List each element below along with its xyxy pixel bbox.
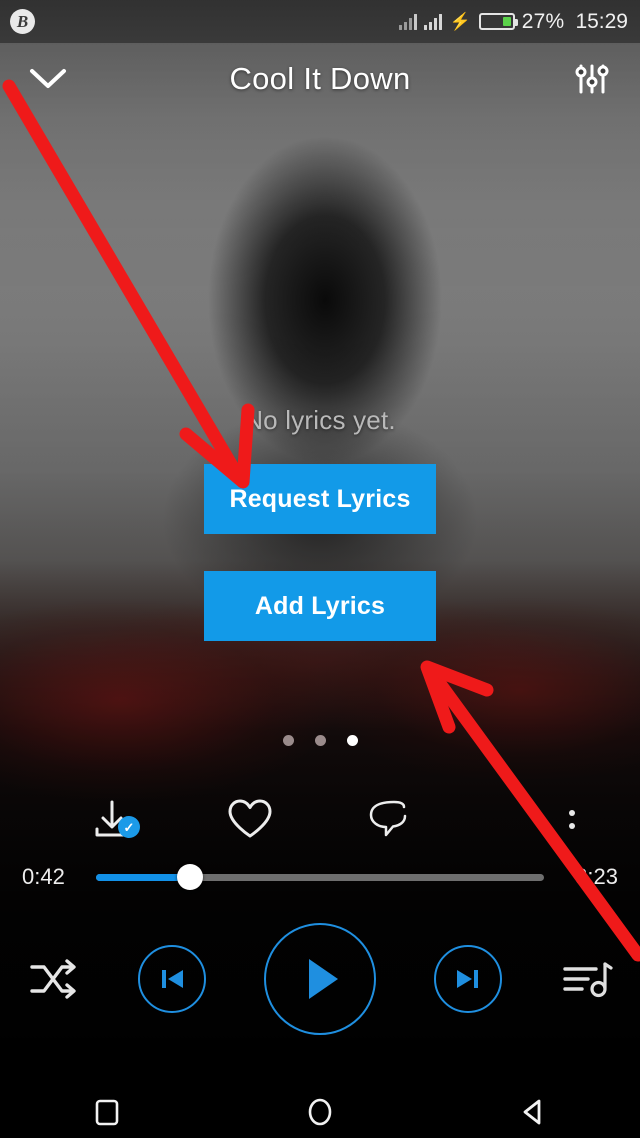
status-bar: B ⚡ 27% 15:29 (0, 0, 640, 43)
battery-icon (478, 13, 518, 30)
seek-thumb[interactable] (177, 864, 204, 890)
overflow-menu-icon[interactable] (542, 809, 602, 829)
signal-bars-icon (423, 13, 442, 30)
heart-outline-icon[interactable] (200, 797, 300, 841)
home-circle-icon[interactable] (274, 1085, 366, 1138)
play-icon[interactable] (264, 923, 376, 1035)
no-lyrics-message: No lyrics yet. (244, 405, 396, 435)
status-bar-left: B (10, 9, 35, 34)
request-lyrics-button[interactable]: Request Lyrics (204, 464, 436, 534)
clock-label: 15:29 (575, 9, 628, 33)
page-title: Cool It Down (229, 61, 411, 96)
add-lyrics-button[interactable]: Add Lyrics (204, 571, 436, 641)
comment-bubble-icon[interactable] (338, 797, 438, 841)
seek-progress (96, 873, 191, 881)
recents-square-icon[interactable] (61, 1085, 153, 1138)
equalizer-sliders-icon[interactable] (566, 53, 618, 105)
status-bar-right: ⚡ 27% 15:29 (398, 9, 628, 34)
page-dot[interactable] (282, 735, 294, 746)
signal-bars-icon (398, 13, 417, 30)
back-triangle-icon[interactable] (487, 1085, 579, 1138)
chevron-down-icon[interactable] (22, 53, 74, 105)
lyrics-panel: No lyrics yet. Request Lyrics Add Lyrics (0, 405, 640, 641)
shuffle-icon[interactable] (26, 955, 80, 1003)
action-bar: ✓ (0, 790, 640, 848)
download-complete-icon[interactable]: ✓ (62, 796, 162, 842)
download-check-badge: ✓ (118, 816, 140, 838)
battery-percent-label: 27% (521, 9, 565, 33)
android-nav-bar (0, 1085, 640, 1138)
page-dot[interactable] (314, 735, 326, 746)
seek-track[interactable] (96, 864, 544, 890)
skip-previous-icon[interactable] (138, 945, 206, 1013)
total-time-label: 3:23 (575, 864, 618, 889)
page-dot-active[interactable] (346, 735, 358, 746)
music-player-screen: B ⚡ 27% 15:29 Cool It Down No lyrics yet… (0, 0, 640, 1138)
page-indicator (0, 735, 640, 746)
seek-bar: 0:42 3:23 (0, 857, 640, 897)
current-time-label: 0:42 (22, 864, 65, 889)
playlist-queue-icon[interactable] (560, 955, 614, 1003)
player-header: Cool It Down (0, 43, 640, 115)
skip-next-icon[interactable] (434, 945, 502, 1013)
transport-controls (0, 918, 640, 1040)
charging-bolt-icon: ⚡ (449, 12, 471, 31)
app-badge-icon: B (10, 9, 35, 34)
